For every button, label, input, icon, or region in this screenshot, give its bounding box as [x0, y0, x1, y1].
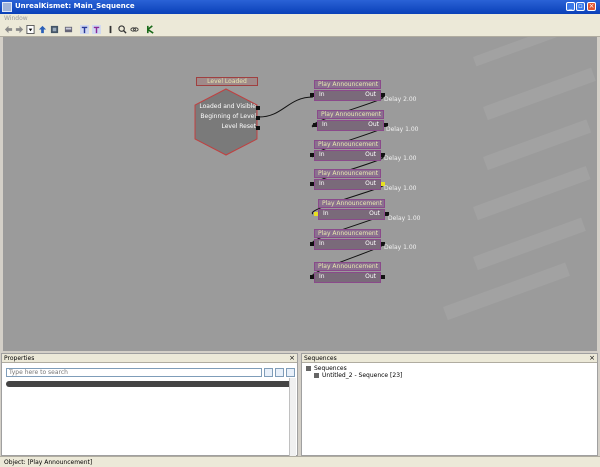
- status-bar: Object: [Play Announcement]: [0, 456, 600, 467]
- node-in-label: In: [319, 151, 325, 158]
- close-icon[interactable]: ×: [589, 354, 595, 362]
- zoom-icon[interactable]: [118, 25, 127, 34]
- connection-wires: [258, 96, 384, 278]
- lock-icon[interactable]: [286, 368, 295, 377]
- forward-arrow-icon[interactable]: [15, 25, 24, 34]
- text-icon[interactable]: [80, 25, 89, 34]
- play-announcement-node[interactable]: Play Announcement In Out: [310, 80, 385, 101]
- input-plug[interactable]: [310, 153, 314, 157]
- node-in-label: In: [319, 273, 325, 280]
- delay-label: Delay 1.00: [384, 185, 417, 192]
- sequence-icon: [314, 373, 319, 378]
- property-category-bar[interactable]: [6, 381, 292, 387]
- delay-label: Delay 1.00: [384, 244, 417, 251]
- search-icon[interactable]: [106, 25, 115, 34]
- node-title: Play Announcement: [314, 140, 381, 149]
- input-plug[interactable]: [310, 242, 314, 246]
- properties-panel: Properties ×: [1, 353, 298, 456]
- tree-item[interactable]: Untitled_2 - Sequence [23]: [314, 372, 402, 379]
- input-plug[interactable]: [310, 93, 314, 97]
- node-out-label: Out: [365, 240, 376, 247]
- node-title: Play Announcement: [314, 80, 381, 89]
- toolbar: [0, 23, 600, 37]
- input-plug[interactable]: [313, 123, 317, 127]
- property-search-input[interactable]: [6, 368, 262, 377]
- minimize-button[interactable]: _: [566, 2, 575, 11]
- play-announcement-node[interactable]: Play Announcement In Out: [310, 169, 385, 190]
- folder-icon: [306, 366, 311, 371]
- delay-label: Delay 1.00: [386, 126, 419, 133]
- delay-label: Delay 1.00: [384, 155, 417, 162]
- level-output-reset: Level Reset: [221, 123, 256, 130]
- close-button[interactable]: ×: [587, 2, 596, 11]
- sequences-panel: Sequences × Sequences Untitled_2 - Seque…: [301, 353, 598, 456]
- node-title: Play Announcement: [317, 110, 384, 119]
- node-title: Play Announcement: [314, 169, 381, 178]
- node-title: Play Announcement: [314, 262, 381, 271]
- node-out-label: Out: [368, 121, 379, 128]
- maximize-button[interactable]: ▫: [576, 2, 585, 11]
- node-in-label: In: [319, 91, 325, 98]
- output-plug[interactable]: [381, 275, 385, 279]
- tree-root-label: Sequences: [314, 365, 347, 372]
- window-title: UnrealKismet: Main_Sequence: [15, 2, 135, 10]
- node-in-label: In: [323, 210, 329, 217]
- filter-icon[interactable]: [275, 368, 284, 377]
- tree-root[interactable]: Sequences: [306, 365, 347, 372]
- level-output-loaded: Loaded and Visible: [199, 103, 256, 110]
- k-icon[interactable]: [146, 25, 155, 34]
- back-arrow-icon[interactable]: [4, 25, 13, 34]
- play-announcement-node[interactable]: Play Announcement In Out: [313, 110, 388, 131]
- link-icon[interactable]: [130, 25, 139, 34]
- input-plug[interactable]: [314, 212, 318, 216]
- title-bar: UnrealKismet: Main_Sequence _ ▫ ×: [0, 0, 600, 14]
- node-in-label: In: [319, 180, 325, 187]
- properties-header: Properties ×: [2, 354, 297, 363]
- delay-label: Delay 1.00: [388, 215, 421, 222]
- output-plug[interactable]: [256, 126, 260, 130]
- parent-sequence-icon[interactable]: [50, 25, 59, 34]
- menu-window[interactable]: Window: [4, 15, 28, 22]
- app-icon: [2, 2, 12, 12]
- node-out-label: Out: [365, 180, 376, 187]
- play-announcement-node[interactable]: Play Announcement In Out: [310, 140, 385, 161]
- properties-scrollbar[interactable]: [289, 378, 296, 456]
- search-icon[interactable]: [264, 368, 273, 377]
- output-plug[interactable]: [256, 116, 260, 120]
- status-text: Object: [Play Announcement]: [4, 459, 93, 466]
- up-arrow-icon[interactable]: [38, 25, 47, 34]
- sequences-header: Sequences ×: [302, 354, 597, 363]
- output-plug[interactable]: [256, 106, 260, 110]
- node-out-label: Out: [365, 151, 376, 158]
- play-announcement-node[interactable]: Play Announcement In Out: [310, 262, 385, 283]
- close-icon[interactable]: ×: [289, 354, 295, 362]
- open-icon[interactable]: [64, 25, 73, 34]
- tree-item-label: Untitled_2 - Sequence [23]: [322, 372, 403, 379]
- node-title: Play Announcement: [318, 199, 385, 208]
- node-title: Play Announcement: [314, 229, 381, 238]
- node-in-label: In: [322, 121, 328, 128]
- play-announcement-node[interactable]: Play Announcement In Out: [310, 229, 385, 250]
- level-loaded-event[interactable]: [191, 87, 261, 157]
- node-in-label: In: [319, 240, 325, 247]
- input-plug[interactable]: [310, 182, 314, 186]
- node-out-label: Out: [369, 210, 380, 217]
- play-announcement-node[interactable]: Play Announcement In Out: [314, 199, 389, 220]
- level-output-beginning: Beginning of Level: [200, 113, 256, 120]
- dropdown-icon[interactable]: [26, 25, 35, 34]
- text-alt-icon[interactable]: [92, 25, 101, 34]
- properties-title: Properties: [4, 355, 35, 362]
- menu-bar: Window: [0, 14, 600, 23]
- input-plug[interactable]: [310, 275, 314, 279]
- node-out-label: Out: [365, 273, 376, 280]
- level-loaded-title[interactable]: Level Loaded: [196, 77, 258, 86]
- sequences-title: Sequences: [304, 355, 337, 362]
- delay-label: Delay 2.00: [384, 96, 417, 103]
- kismet-canvas[interactable]: Level Loaded Loaded and Visible Beginnin…: [3, 37, 597, 351]
- node-out-label: Out: [365, 91, 376, 98]
